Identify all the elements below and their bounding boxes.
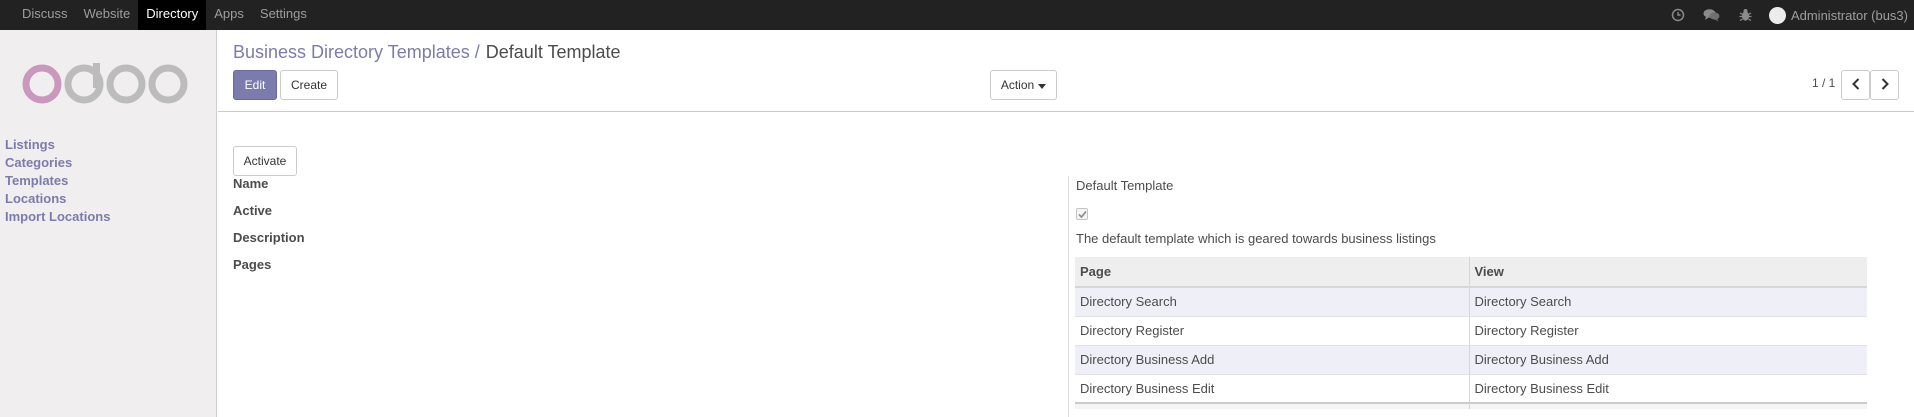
activate-button[interactable]: Activate [233, 146, 297, 176]
breadcrumb-parent-link[interactable]: Business Directory Templates [233, 42, 470, 62]
caret-down-icon [1038, 78, 1047, 92]
table-cell-view: Directory Business Add [1468, 345, 1867, 375]
name-value: Default Template [1076, 178, 1174, 193]
activate-button-label: Activate [243, 154, 287, 168]
menu-apps[interactable]: Apps [206, 0, 252, 30]
menu-discuss[interactable]: Discuss [14, 0, 76, 30]
table-cell-view: Directory Register [1468, 316, 1867, 346]
table-header-row: Page View [1075, 257, 1867, 288]
active-label: Active [233, 203, 273, 218]
sidebar-item-import-locations[interactable]: Import Locations [5, 209, 110, 224]
menu-settings[interactable]: Settings [252, 0, 315, 30]
menu-directory[interactable]: Directory [138, 0, 207, 30]
avatar [1768, 6, 1786, 24]
main-menu: Discuss Website Directory Apps Settings [14, 0, 315, 30]
name-label: Name [233, 176, 269, 191]
description-label: Description [233, 230, 305, 245]
sidebar-item-templates[interactable]: Templates [5, 173, 68, 188]
pager-value[interactable]: 1 / 1 [1812, 76, 1835, 90]
form-view: Activate Name Active Description Pages D… [218, 113, 1914, 417]
edit-button[interactable]: Edit [233, 70, 277, 100]
action-button-label: Action [1000, 78, 1035, 92]
table-cell-view: Directory Search [1468, 287, 1867, 317]
systray: Administrator (bus3) [1665, 0, 1914, 30]
user-name: Administrator (bus3) [1790, 7, 1908, 23]
column-header-page[interactable]: Page [1075, 257, 1469, 288]
top-navbar: Discuss Website Directory Apps Settings … [0, 0, 1914, 30]
table-cell-page: Directory Business Edit [1075, 374, 1469, 404]
column-divider [1068, 176, 1069, 417]
pager-next-button[interactable] [1870, 70, 1899, 100]
debug-bug-icon[interactable] [1733, 0, 1759, 30]
column-header-view[interactable]: View [1468, 257, 1867, 288]
action-dropdown-button[interactable]: Action [990, 70, 1057, 100]
pager-previous-button[interactable] [1841, 70, 1870, 100]
table-cell-page: Directory Register [1075, 316, 1469, 346]
table-cell-page: Directory Search [1075, 287, 1469, 317]
table-row[interactable]: Directory Register Directory Register [1075, 316, 1867, 346]
sidebar-item-locations[interactable]: Locations [5, 191, 66, 206]
table-cell-page: Directory Business Add [1075, 345, 1469, 375]
table-footer [1075, 402, 1867, 409]
messages-icon[interactable] [1699, 0, 1725, 30]
activity-clock-icon[interactable] [1665, 0, 1691, 30]
chevron-left-icon [1851, 77, 1860, 93]
sidebar: Listings Categories Templates Locations … [0, 30, 217, 417]
chevron-right-icon [1881, 77, 1889, 93]
sidebar-menu: Listings Categories Templates Locations … [5, 136, 110, 226]
edit-button-label: Edit [244, 78, 266, 92]
table-cell-view: Directory Business Edit [1468, 374, 1867, 404]
sidebar-item-listings[interactable]: Listings [5, 137, 55, 152]
odoo-logo[interactable] [22, 60, 190, 109]
user-menu[interactable]: Administrator (bus3) [1768, 6, 1914, 24]
pages-label: Pages [233, 257, 272, 272]
pages-table: Page View Directory Search Directory Sea… [1075, 257, 1867, 409]
menu-website[interactable]: Website [76, 0, 139, 30]
sidebar-item-categories[interactable]: Categories [5, 155, 72, 170]
active-checkbox[interactable] [1076, 208, 1088, 220]
description-value: The default template which is geared tow… [1076, 231, 1436, 246]
create-button-label: Create [290, 78, 328, 92]
breadcrumb-separator: / [474, 42, 480, 62]
table-row[interactable]: Directory Search Directory Search [1075, 287, 1867, 317]
table-row[interactable]: Directory Business Edit Directory Busine… [1075, 374, 1867, 404]
control-panel: Business Directory Templates / Default Tem… [218, 30, 1914, 112]
breadcrumb: Business Directory Templates / Default Tem… [233, 42, 621, 63]
breadcrumb-current: Default Template [485, 42, 621, 62]
create-button[interactable]: Create [280, 70, 338, 100]
table-row[interactable]: Directory Business Add Directory Busines… [1075, 345, 1867, 375]
